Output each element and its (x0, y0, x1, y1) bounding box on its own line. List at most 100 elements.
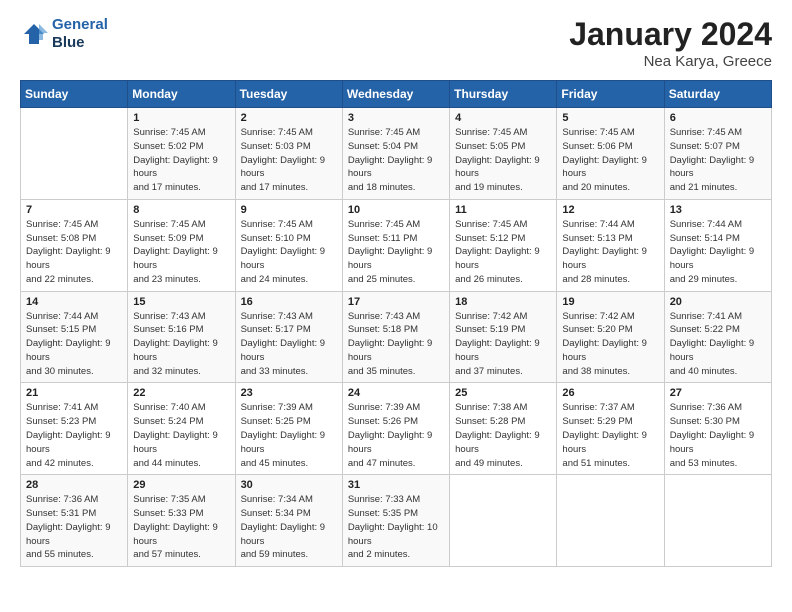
day-number: 18 (455, 296, 551, 308)
day-number: 24 (348, 387, 444, 399)
calendar-cell: 28Sunrise: 7:36 AMSunset: 5:31 PMDayligh… (21, 475, 128, 567)
day-info: Sunrise: 7:42 AMSunset: 5:19 PMDaylight:… (455, 310, 551, 379)
day-number: 12 (562, 204, 658, 216)
calendar-cell: 13 Sunrise: 7:44 AMSunset: 5:14 PMDayligh… (664, 199, 771, 291)
calendar-cell: 11 Sunrise: 7:45 AMSunset: 5:12 PMDayligh… (450, 199, 557, 291)
day-info: Sunrise: 7:42 AMSunset: 5:20 PMDaylight:… (562, 310, 658, 379)
calendar-week-row: 14 Sunrise: 7:44 AMSunset: 5:15 PMDayligh… (21, 291, 772, 383)
calendar-cell: 1 Sunrise: 7:45 AMSunset: 5:02 PMDaylight… (128, 108, 235, 200)
day-number: 27 (670, 387, 766, 399)
calendar-cell: 22 Sunrise: 7:40 AMSunset: 5:24 PMDayligh… (128, 383, 235, 475)
weekday-header-monday: Monday (128, 81, 235, 108)
day-info: Sunrise: 7:38 AMSunset: 5:28 PMDaylight:… (455, 401, 551, 470)
day-number: 1 (133, 112, 229, 124)
calendar-cell: 16 Sunrise: 7:43 AMSunset: 5:17 PMDayligh… (235, 291, 342, 383)
weekday-header-friday: Friday (557, 81, 664, 108)
day-info: Sunrise: 7:45 AMSunset: 5:07 PMDaylight:… (670, 126, 766, 195)
logo-icon (20, 20, 48, 48)
calendar-cell: 31Sunrise: 7:33 AMSunset: 5:35 PMDayligh… (342, 475, 449, 567)
day-info: Sunrise: 7:33 AMSunset: 5:35 PMDaylight:… (348, 493, 444, 562)
calendar-cell: 26 Sunrise: 7:37 AMSunset: 5:29 PMDayligh… (557, 383, 664, 475)
calendar-cell (557, 475, 664, 567)
day-info: Sunrise: 7:43 AMSunset: 5:17 PMDaylight:… (241, 310, 337, 379)
calendar-week-row: 21Sunrise: 7:41 AMSunset: 5:23 PMDayligh… (21, 383, 772, 475)
day-number: 5 (562, 112, 658, 124)
day-info: Sunrise: 7:45 AMSunset: 5:03 PMDaylight:… (241, 126, 337, 195)
day-number: 25 (455, 387, 551, 399)
day-info: Sunrise: 7:37 AMSunset: 5:29 PMDaylight:… (562, 401, 658, 470)
weekday-header-wednesday: Wednesday (342, 81, 449, 108)
day-info: Sunrise: 7:44 AMSunset: 5:14 PMDaylight:… (670, 218, 766, 287)
day-number: 19 (562, 296, 658, 308)
calendar-cell: 15 Sunrise: 7:43 AMSunset: 5:16 PMDayligh… (128, 291, 235, 383)
day-number: 7 (26, 204, 122, 216)
day-info: Sunrise: 7:45 AMSunset: 5:08 PMDaylight:… (26, 218, 122, 287)
day-info: Sunrise: 7:45 AMSunset: 5:11 PMDaylight:… (348, 218, 444, 287)
day-number: 14 (26, 296, 122, 308)
logo: General Blue (20, 16, 108, 52)
calendar-cell: 3 Sunrise: 7:45 AMSunset: 5:04 PMDaylight… (342, 108, 449, 200)
day-number: 30 (241, 479, 337, 491)
calendar-cell: 14 Sunrise: 7:44 AMSunset: 5:15 PMDayligh… (21, 291, 128, 383)
calendar-cell: 9 Sunrise: 7:45 AMSunset: 5:10 PMDaylight… (235, 199, 342, 291)
day-number: 26 (562, 387, 658, 399)
day-info: Sunrise: 7:45 AMSunset: 5:10 PMDaylight:… (241, 218, 337, 287)
day-info: Sunrise: 7:36 AMSunset: 5:31 PMDaylight:… (26, 493, 122, 562)
day-number: 9 (241, 204, 337, 216)
weekday-header-thursday: Thursday (450, 81, 557, 108)
calendar-cell: 29Sunrise: 7:35 AMSunset: 5:33 PMDayligh… (128, 475, 235, 567)
calendar-week-row: 28Sunrise: 7:36 AMSunset: 5:31 PMDayligh… (21, 475, 772, 567)
day-info: Sunrise: 7:43 AMSunset: 5:16 PMDaylight:… (133, 310, 229, 379)
calendar-cell: 7 Sunrise: 7:45 AMSunset: 5:08 PMDaylight… (21, 199, 128, 291)
day-number: 17 (348, 296, 444, 308)
calendar-cell: 8 Sunrise: 7:45 AMSunset: 5:09 PMDaylight… (128, 199, 235, 291)
day-info: Sunrise: 7:36 AMSunset: 5:30 PMDaylight:… (670, 401, 766, 470)
calendar-cell: 18 Sunrise: 7:42 AMSunset: 5:19 PMDayligh… (450, 291, 557, 383)
day-info: Sunrise: 7:43 AMSunset: 5:18 PMDaylight:… (348, 310, 444, 379)
calendar-cell: 30Sunrise: 7:34 AMSunset: 5:34 PMDayligh… (235, 475, 342, 567)
calendar-cell: 4Sunrise: 7:45 AMSunset: 5:05 PMDaylight… (450, 108, 557, 200)
calendar-cell: 27 Sunrise: 7:36 AMSunset: 5:30 PMDayligh… (664, 383, 771, 475)
calendar-cell: 10Sunrise: 7:45 AMSunset: 5:11 PMDayligh… (342, 199, 449, 291)
day-info: Sunrise: 7:40 AMSunset: 5:24 PMDaylight:… (133, 401, 229, 470)
day-info: Sunrise: 7:45 AMSunset: 5:05 PMDaylight:… (455, 126, 551, 195)
calendar-container: General Blue January 2024 Nea Karya, Gre… (0, 0, 792, 577)
logo-text: General Blue (52, 16, 108, 52)
day-number: 13 (670, 204, 766, 216)
day-info: Sunrise: 7:45 AMSunset: 5:12 PMDaylight:… (455, 218, 551, 287)
day-info: Sunrise: 7:45 AMSunset: 5:06 PMDaylight:… (562, 126, 658, 195)
calendar-cell: 20 Sunrise: 7:41 AMSunset: 5:22 PMDayligh… (664, 291, 771, 383)
weekday-header-sunday: Sunday (21, 81, 128, 108)
calendar-subtitle: Nea Karya, Greece (569, 53, 772, 70)
day-number: 29 (133, 479, 229, 491)
day-info: Sunrise: 7:41 AMSunset: 5:22 PMDaylight:… (670, 310, 766, 379)
weekday-header-row: SundayMondayTuesdayWednesdayThursdayFrid… (21, 81, 772, 108)
calendar-week-row: 7 Sunrise: 7:45 AMSunset: 5:08 PMDaylight… (21, 199, 772, 291)
calendar-cell (21, 108, 128, 200)
day-number: 23 (241, 387, 337, 399)
day-number: 21 (26, 387, 122, 399)
calendar-week-row: 1 Sunrise: 7:45 AMSunset: 5:02 PMDaylight… (21, 108, 772, 200)
day-number: 15 (133, 296, 229, 308)
calendar-cell: 5 Sunrise: 7:45 AMSunset: 5:06 PMDaylight… (557, 108, 664, 200)
day-info: Sunrise: 7:45 AMSunset: 5:04 PMDaylight:… (348, 126, 444, 195)
day-info: Sunrise: 7:39 AMSunset: 5:25 PMDaylight:… (241, 401, 337, 470)
day-number: 6 (670, 112, 766, 124)
day-info: Sunrise: 7:44 AMSunset: 5:15 PMDaylight:… (26, 310, 122, 379)
day-number: 16 (241, 296, 337, 308)
day-number: 11 (455, 204, 551, 216)
day-info: Sunrise: 7:45 AMSunset: 5:09 PMDaylight:… (133, 218, 229, 287)
day-number: 20 (670, 296, 766, 308)
calendar-cell: 6 Sunrise: 7:45 AMSunset: 5:07 PMDaylight… (664, 108, 771, 200)
day-number: 3 (348, 112, 444, 124)
calendar-cell: 12Sunrise: 7:44 AMSunset: 5:13 PMDayligh… (557, 199, 664, 291)
calendar-table: SundayMondayTuesdayWednesdayThursdayFrid… (20, 80, 772, 567)
day-number: 22 (133, 387, 229, 399)
day-number: 8 (133, 204, 229, 216)
title-block: January 2024 Nea Karya, Greece (569, 16, 772, 70)
calendar-cell: 23 Sunrise: 7:39 AMSunset: 5:25 PMDayligh… (235, 383, 342, 475)
day-info: Sunrise: 7:45 AMSunset: 5:02 PMDaylight:… (133, 126, 229, 195)
weekday-header-tuesday: Tuesday (235, 81, 342, 108)
calendar-cell (450, 475, 557, 567)
day-number: 2 (241, 112, 337, 124)
